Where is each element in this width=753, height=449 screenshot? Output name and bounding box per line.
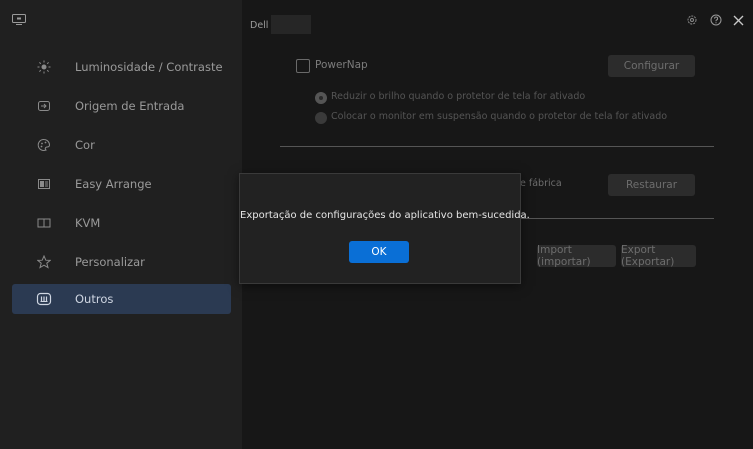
sidebar-item-color[interactable]: Cor — [12, 130, 231, 160]
settings-icon[interactable] — [684, 12, 700, 28]
sidebar-item-kvm[interactable]: KVM — [12, 208, 231, 238]
monitor-icon — [12, 14, 26, 25]
sidebar-item-personalize[interactable]: Personalizar — [12, 247, 231, 277]
factory-reset-label: de fábrica — [514, 178, 562, 189]
sidebar-item-label: Luminosidade / Contraste — [75, 60, 223, 74]
sidebar-item-label: Personalizar — [75, 255, 145, 269]
sidebar-item-label: Easy Arrange — [75, 177, 152, 191]
section-divider — [280, 146, 714, 147]
help-icon[interactable] — [708, 12, 724, 28]
sidebar: Luminosidade / Contraste Origem de Entra… — [0, 0, 242, 449]
restore-button[interactable]: Restaurar — [608, 174, 695, 196]
ok-button[interactable]: OK — [349, 241, 409, 263]
sidebar-item-others[interactable]: Outros — [12, 284, 231, 314]
import-button[interactable]: Import (importar) — [537, 244, 616, 268]
monitor-model-box — [271, 15, 311, 34]
star-icon — [36, 254, 52, 270]
sidebar-item-label: Outros — [75, 292, 114, 306]
sidebar-item-input-source[interactable]: Origem de Entrada — [12, 91, 231, 121]
radio-sleep-monitor[interactable] — [315, 112, 327, 124]
brand-label: Dell — [250, 20, 269, 31]
sidebar-item-label: KVM — [75, 216, 101, 230]
powernap-checkbox[interactable] — [296, 59, 310, 73]
close-icon[interactable] — [730, 12, 746, 28]
others-icon — [36, 291, 52, 307]
radio-dim-brightness[interactable] — [315, 92, 327, 104]
kvm-icon — [36, 215, 52, 231]
export-success-dialog: Exportação de configurações do aplicativ… — [239, 173, 530, 284]
color-icon — [36, 137, 52, 153]
easy-arrange-icon — [36, 176, 52, 192]
sidebar-item-brightness-contrast[interactable]: Luminosidade / Contraste — [12, 52, 231, 82]
radio-dim-label: Reduzir o brilho quando o protetor de te… — [331, 91, 586, 102]
brightness-icon — [36, 59, 52, 75]
sidebar-item-easy-arrange[interactable]: Easy Arrange — [12, 169, 231, 199]
sidebar-item-label: Cor — [75, 138, 95, 152]
input-source-icon — [36, 98, 52, 114]
app-window: Luminosidade / Contraste Origem de Entra… — [0, 0, 753, 449]
dialog-message: Exportação de configurações do aplicativ… — [240, 210, 530, 221]
sidebar-header — [0, 0, 242, 40]
radio-sleep-label: Colocar o monitor em suspensão quando o … — [331, 111, 668, 122]
export-button[interactable]: Export (Exportar) — [621, 244, 696, 268]
configure-button[interactable]: Configurar — [608, 55, 695, 77]
powernap-label: PowerNap — [315, 59, 368, 71]
sidebar-item-label: Origem de Entrada — [75, 99, 185, 113]
